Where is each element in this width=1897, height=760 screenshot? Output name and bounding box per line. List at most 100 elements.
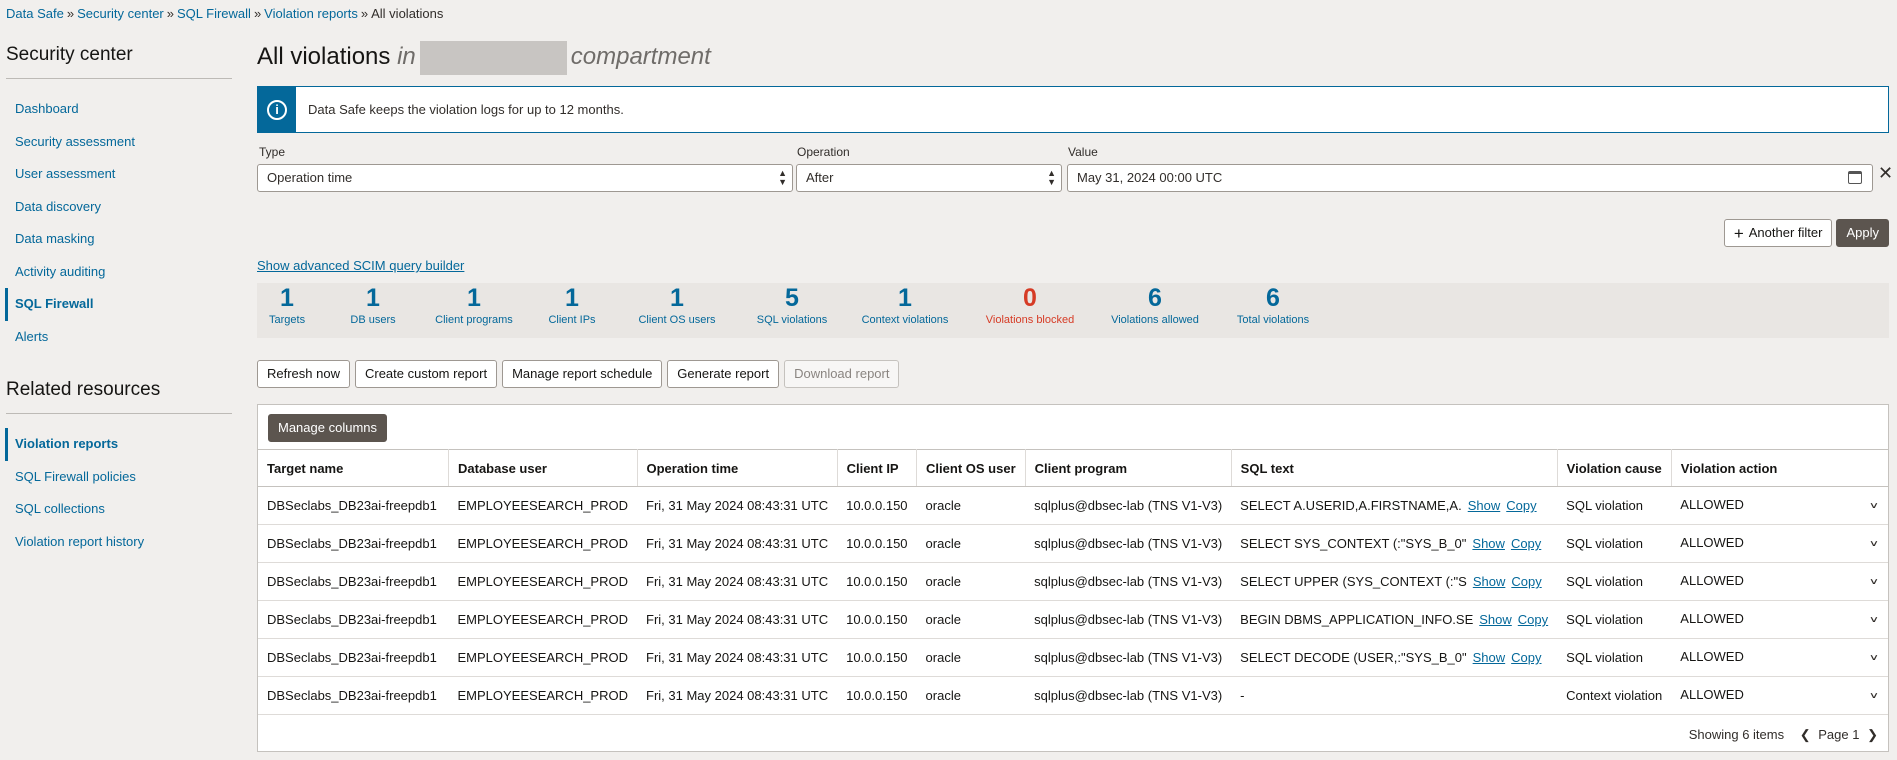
sql-text-value: SELECT UPPER (SYS_CONTEXT (:"S — [1240, 574, 1467, 589]
remove-filter-close-icon[interactable]: ✕ — [1878, 163, 1893, 184]
table-row[interactable]: DBSeclabs_DB23ai-freepdb1 EMPLOYEESEARCH… — [258, 600, 1888, 639]
stat-sql-violations[interactable]: 5 SQL violations — [747, 283, 837, 327]
breadcrumb: Data Safe» Security center» SQL Firewall» V… — [6, 6, 443, 21]
copy-sql-link[interactable]: Copy — [1511, 536, 1541, 551]
sidebar-item-violation-report-history[interactable]: Violation report history — [5, 526, 232, 559]
value-date-input[interactable]: May 31, 2024 00:00 UTC — [1067, 164, 1873, 192]
cell-client-os-user: oracle — [916, 676, 1026, 715]
page-number: Page 1 — [1818, 727, 1860, 742]
breadcrumb-security-center[interactable]: Security center — [77, 6, 164, 21]
sidebar-item-sql-firewall-policies[interactable]: SQL Firewall policies — [5, 461, 232, 494]
sidebar-item-sql-collections[interactable]: SQL collections — [5, 493, 232, 526]
chevron-down-icon[interactable]: ∨ — [1869, 538, 1879, 548]
cell-client-program: sqlplus@dbsec-lab (TNS V1-V3) — [1025, 486, 1232, 525]
show-sql-link[interactable]: Show — [1479, 612, 1512, 627]
column-header-target-name[interactable]: Target name — [258, 449, 449, 487]
sidebar-item-activity-auditing[interactable]: Activity auditing — [5, 256, 232, 289]
cell-client-os-user: oracle — [916, 562, 1026, 601]
column-header-violation-cause[interactable]: Violation cause — [1557, 449, 1672, 487]
cell-database-user: EMPLOYEESEARCH_PROD — [448, 486, 637, 525]
show-sql-link[interactable]: Show — [1472, 536, 1505, 551]
sql-text-value: SELECT SYS_CONTEXT (:"SYS_B_0" — [1240, 536, 1467, 551]
calendar-icon[interactable] — [1848, 171, 1862, 184]
copy-sql-link[interactable]: Copy — [1506, 498, 1536, 513]
cell-target-name: DBSeclabs_DB23ai-freepdb1 — [258, 562, 449, 601]
table-row[interactable]: DBSeclabs_DB23ai-freepdb1 EMPLOYEESEARCH… — [258, 638, 1888, 677]
breadcrumb-sql-firewall[interactable]: SQL Firewall — [177, 6, 251, 21]
chevron-right-icon[interactable]: ❯ — [1867, 727, 1878, 742]
chevron-down-icon[interactable]: ∨ — [1869, 652, 1879, 662]
breadcrumb-data-safe[interactable]: Data Safe — [6, 6, 64, 21]
column-header-database-user[interactable]: Database user — [448, 449, 638, 487]
breadcrumb-separator: » — [360, 6, 369, 21]
table-row[interactable]: DBSeclabs_DB23ai-freepdb1 EMPLOYEESEARCH… — [258, 486, 1888, 525]
breadcrumb-separator: » — [253, 6, 262, 21]
cell-operation-time: Fri, 31 May 2024 08:43:31 UTC — [637, 638, 838, 677]
info-message: Data Safe keeps the violation logs for u… — [308, 102, 624, 117]
chevron-down-icon[interactable]: ∨ — [1869, 690, 1879, 700]
show-sql-link[interactable]: Show — [1473, 574, 1506, 589]
cell-violation-action: ALLOWED ∨ — [1671, 676, 1888, 715]
copy-sql-link[interactable]: Copy — [1511, 650, 1541, 665]
violations-table: Target name Database user Operation time… — [258, 449, 1888, 715]
manage-report-schedule-button[interactable]: Manage report schedule — [502, 360, 663, 388]
stat-violations-blocked[interactable]: 0 Violations blocked — [979, 283, 1081, 327]
stat-total-violations[interactable]: 6 Total violations — [1228, 283, 1318, 327]
chevron-left-icon[interactable]: ❮ — [1800, 727, 1811, 742]
cell-operation-time: Fri, 31 May 2024 08:43:31 UTC — [637, 524, 838, 563]
sidebar-item-data-discovery[interactable]: Data discovery — [5, 191, 232, 224]
stat-client-os-users[interactable]: 1 Client OS users — [630, 283, 724, 327]
sidebar-item-dashboard[interactable]: Dashboard — [5, 93, 232, 126]
sidebar-item-security-assessment[interactable]: Security assessment — [5, 126, 232, 159]
copy-sql-link[interactable]: Copy — [1511, 574, 1541, 589]
stat-violations-allowed[interactable]: 6 Violations allowed — [1103, 283, 1207, 327]
stat-db-users[interactable]: 1 DB users — [347, 283, 399, 327]
apply-button[interactable]: Apply — [1836, 219, 1889, 247]
chevron-down-icon[interactable]: ∨ — [1869, 500, 1879, 510]
divider — [6, 78, 232, 79]
sidebar-item-alerts[interactable]: Alerts — [5, 321, 232, 354]
value-date-text: May 31, 2024 00:00 UTC — [1077, 170, 1223, 185]
type-select[interactable]: Operation time ▲ ▼ — [257, 164, 793, 192]
copy-sql-link[interactable]: Copy — [1518, 612, 1548, 627]
table-row[interactable]: DBSeclabs_DB23ai-freepdb1 EMPLOYEESEARCH… — [258, 524, 1888, 563]
sidebar-item-sql-firewall[interactable]: SQL Firewall — [5, 288, 232, 321]
cell-violation-action: ALLOWED ∨ — [1671, 562, 1888, 601]
chevron-down-icon[interactable]: ∨ — [1869, 614, 1879, 624]
column-header-client-os-user[interactable]: Client OS user — [916, 449, 1026, 487]
breadcrumb-violation-reports[interactable]: Violation reports — [264, 6, 358, 21]
table-row[interactable]: DBSeclabs_DB23ai-freepdb1 EMPLOYEESEARCH… — [258, 676, 1888, 715]
stat-client-programs[interactable]: 1 Client programs — [433, 283, 515, 327]
refresh-now-button[interactable]: Refresh now — [257, 360, 350, 388]
scim-query-builder-link[interactable]: Show advanced SCIM query builder — [257, 258, 464, 273]
breadcrumb-separator: » — [66, 6, 75, 21]
generate-report-button[interactable]: Generate report — [667, 360, 780, 388]
show-sql-link[interactable]: Show — [1468, 498, 1501, 513]
column-header-sql-text[interactable]: SQL text — [1231, 449, 1558, 487]
column-header-operation-time[interactable]: Operation time — [637, 449, 838, 487]
report-actions: Refresh now Create custom report Manage re… — [257, 360, 904, 388]
sidebar-item-violation-reports[interactable]: Violation reports — [5, 428, 232, 461]
chevron-down-icon[interactable]: ∨ — [1869, 576, 1879, 586]
stat-number: 6 — [1148, 284, 1162, 312]
another-filter-button[interactable]: + Another filter — [1723, 219, 1833, 247]
column-header-client-program[interactable]: Client program — [1025, 449, 1232, 487]
sidebar-item-user-assessment[interactable]: User assessment — [5, 158, 232, 191]
table-row[interactable]: DBSeclabs_DB23ai-freepdb1 EMPLOYEESEARCH… — [258, 562, 1888, 601]
stat-targets[interactable]: 1 Targets — [269, 283, 305, 327]
sidebar-item-data-masking[interactable]: Data masking — [5, 223, 232, 256]
stat-client-ips[interactable]: 1 Client IPs — [542, 283, 602, 327]
divider — [6, 413, 232, 414]
showing-items-count: Showing 6 items — [1688, 727, 1785, 742]
cell-database-user: EMPLOYEESEARCH_PROD — [448, 524, 637, 563]
create-custom-report-button[interactable]: Create custom report — [354, 360, 498, 388]
column-header-violation-action[interactable]: Violation action — [1671, 449, 1888, 487]
filter-row: Type Operation time ▲ ▼ Operation After ▲… — [257, 145, 1893, 192]
manage-columns-button[interactable]: Manage columns — [268, 414, 387, 442]
column-header-client-ip[interactable]: Client IP — [837, 449, 918, 487]
stat-label: SQL violations — [756, 314, 828, 326]
stat-label: Client IPs — [548, 314, 596, 326]
show-sql-link[interactable]: Show — [1473, 650, 1506, 665]
stat-context-violations[interactable]: 1 Context violations — [853, 283, 957, 327]
operation-select[interactable]: After ▲ ▼ — [796, 164, 1062, 192]
